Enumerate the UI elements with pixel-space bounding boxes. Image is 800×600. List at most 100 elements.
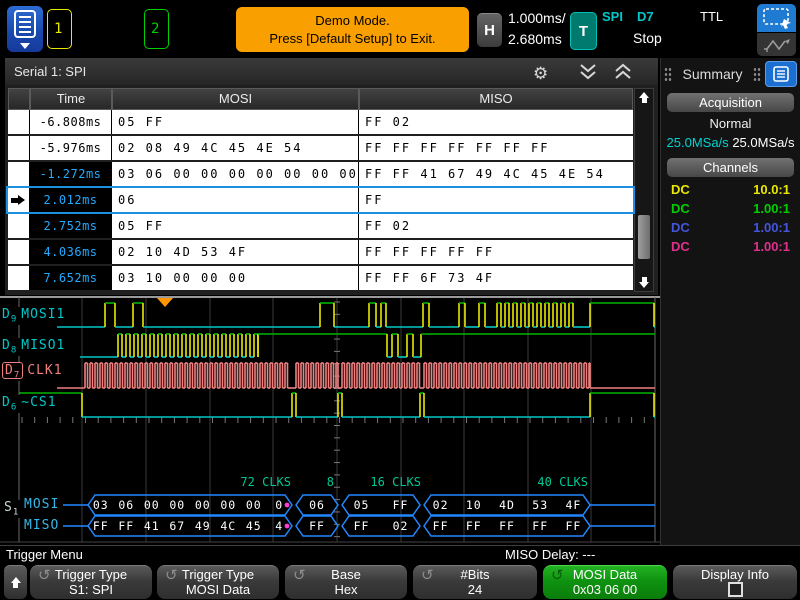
svg-text:8: 8 (327, 475, 334, 489)
oscilloscope-screen: 1 2 Demo Mode. Press [Default Setup] to … (0, 0, 800, 600)
svg-text:FF: FF (309, 519, 325, 533)
sidebar-menu-button[interactable] (765, 61, 797, 87)
svg-text:00: 00 (144, 498, 160, 512)
summary-sidebar: Summary Acquisition Normal 25.0MSa/s 25.… (660, 58, 800, 545)
scroll-up-icon (638, 92, 650, 104)
channel-2-button[interactable]: 2 (144, 9, 169, 49)
gear-icon[interactable]: ⚙ (533, 61, 548, 88)
table-row[interactable]: 2.012ms06FF (8, 188, 633, 212)
trigger-mode: SPI (602, 9, 623, 24)
scrollbar-thumb[interactable] (638, 215, 650, 259)
rotate-knob-icon: ↺ (38, 566, 51, 584)
acquisition-mode: Normal (661, 114, 800, 133)
table-row[interactable]: 2.752ms05 FFFF 02 (8, 214, 633, 238)
channel-summary-list: DC10.0:1DC1.00:1DC1.00:1DC1.00:1 (661, 180, 800, 256)
channel-probe-ratio: 1.00:1 (753, 218, 790, 237)
horizontal-button[interactable]: H (477, 13, 502, 47)
softkey-mosi-data[interactable]: ↺MOSI Data0x03 06 00 (543, 565, 667, 599)
serial-bus-label: S1 (4, 500, 23, 518)
acquisition-section-button[interactable]: Acquisition (667, 93, 794, 112)
trigger-source: D7 (637, 9, 654, 24)
channel-probe-ratio: 10.0:1 (753, 180, 790, 199)
drag-grip-icon[interactable] (753, 67, 761, 82)
header-marker (8, 88, 30, 110)
cell-time: 4.036ms (30, 240, 112, 264)
lane-name: CLK1 (27, 363, 62, 378)
table-row[interactable]: 4.036ms02 10 4D 53 4FFF FF FF FF FF (8, 240, 633, 264)
softkey-base[interactable]: ↺BaseHex (285, 565, 407, 599)
table-row[interactable]: -1.272ms03 06 00 00 00 00 00 00 00FF FF … (8, 162, 633, 186)
svg-text:53: 53 (532, 498, 548, 512)
softkey-line2: Hex (285, 582, 407, 597)
cell-miso: FF FF 6F 73 4F (359, 266, 633, 290)
cell-mosi: 05 FF (112, 110, 359, 134)
svg-text:45: 45 (246, 519, 262, 533)
sidebar-header[interactable]: Summary (661, 58, 800, 90)
lane-name: MOSI1 (21, 307, 65, 322)
table-row[interactable]: -5.976ms02 08 49 4C 45 4E 54FF FF FF FF … (8, 136, 633, 160)
channel-coupling: DC (671, 237, 690, 256)
softkey-trigger-type[interactable]: ↺Trigger TypeS1: SPI (30, 565, 152, 599)
decode-table-body: -6.808ms05 FFFF 02-5.976ms02 08 49 4C 45… (8, 110, 633, 292)
softkey-line2: S1: SPI (30, 582, 152, 597)
softkey-line2: 24 (413, 582, 537, 597)
softkey-line2: 0x03 06 00 (543, 582, 667, 597)
svg-text:FF: FF (499, 519, 515, 533)
bus-mosi-label: MOSI (24, 497, 63, 512)
softkey-display-info[interactable]: Display Info (673, 565, 797, 599)
row-marker-cell (8, 136, 30, 160)
table-scrollbar[interactable] (634, 88, 654, 292)
svg-text:0: 0 (275, 498, 283, 512)
channel-coupling: DC (671, 199, 690, 218)
list-menu-icon (771, 65, 791, 83)
waveform-display[interactable]: 030600000000000FFFF4167494C45406FF05FFFF… (0, 296, 660, 544)
menu-back-softkey[interactable] (4, 565, 27, 599)
miso-delay-readout: MISO Delay: --- (505, 547, 595, 562)
up-arrow-icon (10, 577, 22, 589)
rotate-knob-icon: ↺ (551, 566, 564, 584)
sample-rate-analog: 25.0MSa/s (732, 135, 794, 150)
cell-mosi: 03 10 00 00 00 (112, 266, 359, 290)
svg-text:00: 00 (246, 498, 262, 512)
pan-zoom-button[interactable] (757, 33, 796, 56)
svg-text:FF: FF (565, 519, 581, 533)
zoom-select-icon (762, 7, 792, 29)
svg-text:03: 03 (93, 498, 109, 512)
drag-grip-icon[interactable] (664, 67, 672, 82)
channel-1-button[interactable]: 1 (47, 9, 72, 49)
channel-summary-row: DC1.00:1 (661, 237, 800, 256)
softkey--bits[interactable]: ↺#Bits24 (413, 565, 537, 599)
svg-text:00: 00 (195, 498, 211, 512)
scroll-down-button[interactable] (636, 273, 652, 291)
display-info-checkbox[interactable] (728, 582, 743, 597)
chevron-double-up-icon[interactable] (612, 63, 634, 80)
cell-miso: FF FF FF FF FF FF FF (359, 136, 633, 160)
cell-mosi: 03 06 00 00 00 00 00 00 00 (112, 162, 359, 186)
serial-window-title-bar[interactable]: Serial 1: SPI ⚙ (5, 58, 658, 85)
softkey-trigger-type[interactable]: ↺Trigger TypeMOSI Data (157, 565, 279, 599)
row-marker-cell (8, 240, 30, 264)
cell-time: 2.012ms (30, 188, 112, 212)
channel-1-label: 1 (54, 21, 62, 37)
header-mosi: MOSI (112, 88, 359, 110)
svg-text:4D: 4D (499, 498, 515, 512)
lane-name: ~CS1 (21, 395, 56, 410)
table-row[interactable]: 7.652ms03 10 00 00 00FF FF 6F 73 4F (8, 266, 633, 290)
main-menu-button[interactable] (7, 6, 43, 52)
trigger-button[interactable]: T (570, 12, 597, 50)
sample-rates: 25.0MSa/s 25.0MSa/s (661, 133, 800, 152)
zoom-region-button[interactable] (757, 4, 796, 32)
timebase-scale: 1.000ms/ (508, 8, 566, 29)
scroll-up-button[interactable] (636, 89, 652, 107)
svg-text:FF: FF (393, 498, 409, 512)
chevron-double-down-icon[interactable] (577, 63, 599, 80)
serial-lister-window: Serial 1: SPI ⚙ Time MOSI MISO -6.808ms0… (5, 58, 658, 295)
channel-probe-ratio: 1.00:1 (753, 199, 790, 218)
softkey-menu-bar: Trigger Menu MISO Delay: --- ↺Trigger Ty… (0, 545, 800, 600)
scroll-down-icon (638, 276, 650, 288)
cell-mosi: 02 10 4D 53 4F (112, 240, 359, 264)
table-row[interactable]: -6.808ms05 FFFF 02 (8, 110, 633, 134)
header-miso: MISO (359, 88, 633, 110)
channels-section-button[interactable]: Channels (667, 158, 794, 177)
lane-name: MISO1 (21, 338, 65, 353)
